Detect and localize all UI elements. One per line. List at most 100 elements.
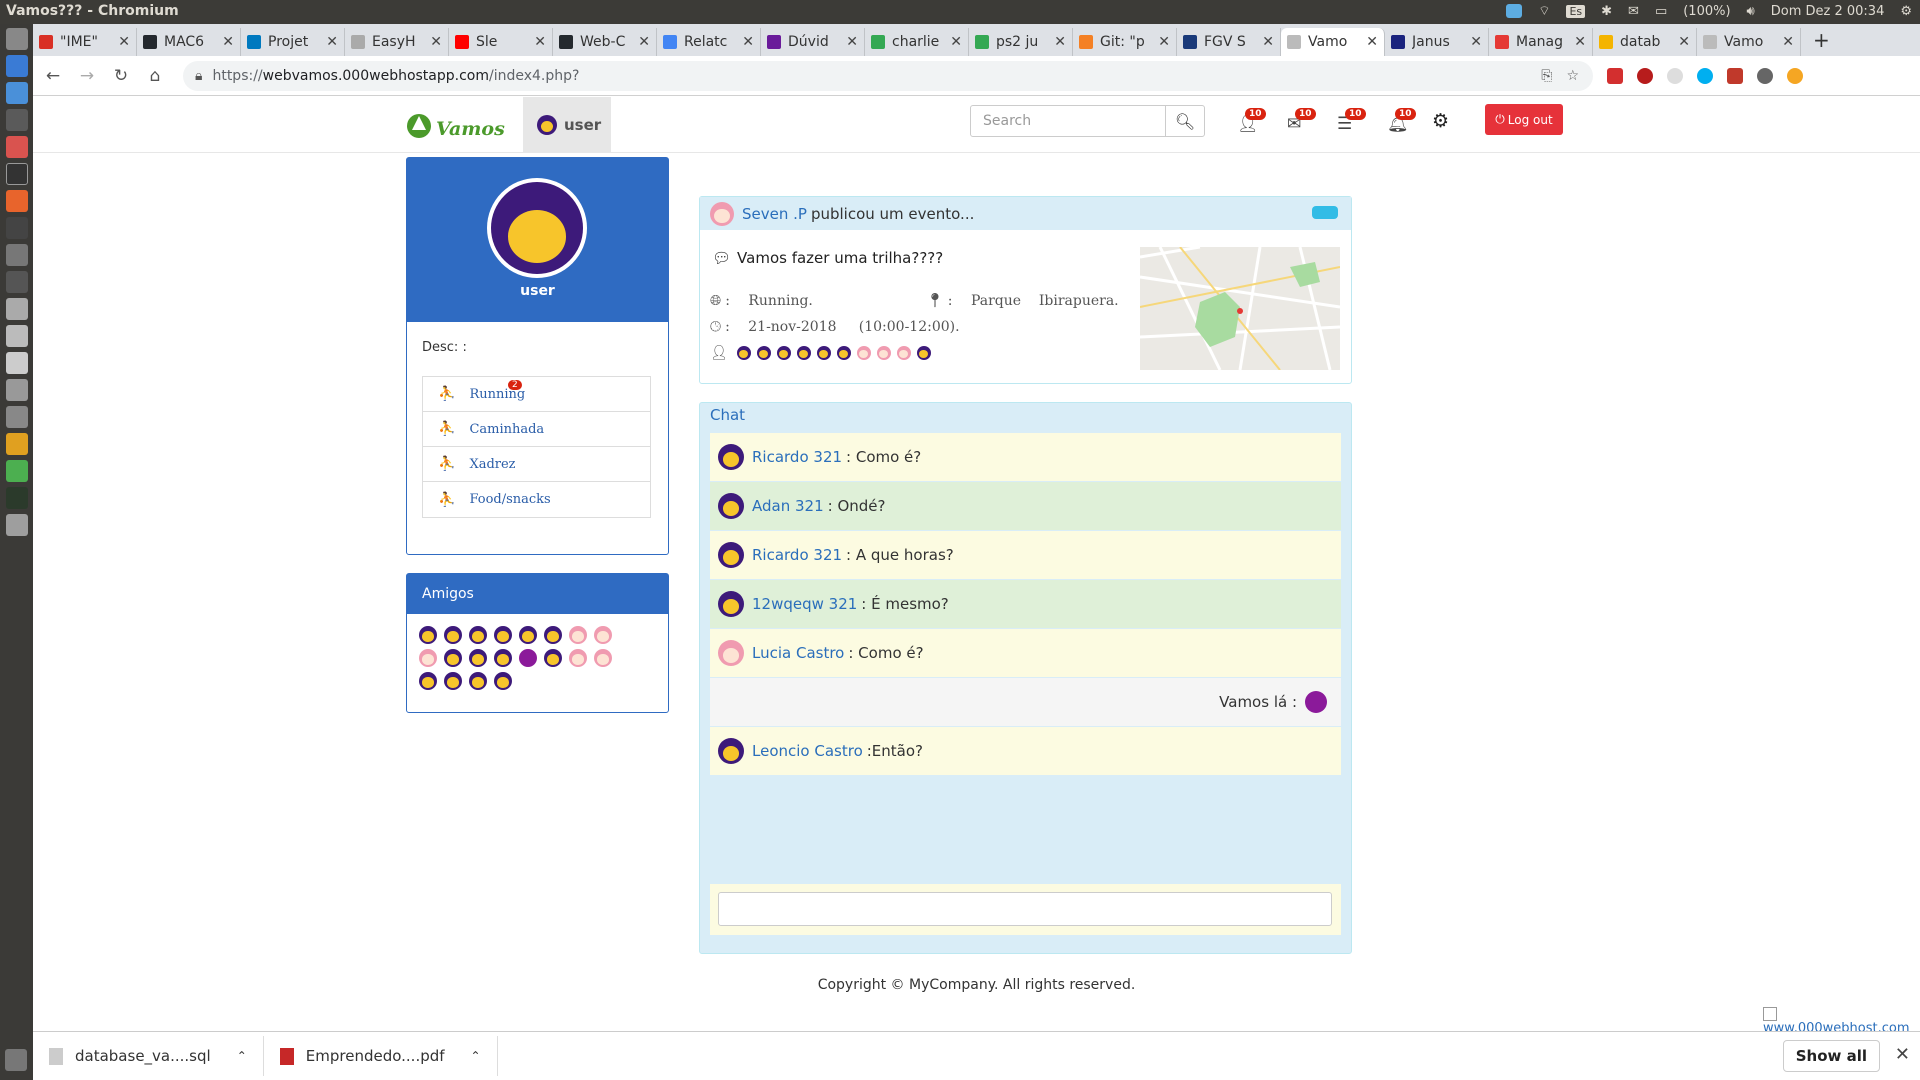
bookmark-star-icon[interactable]: ☆ <box>1566 68 1579 84</box>
user-menu[interactable]: user <box>523 97 611 152</box>
tab-close-icon[interactable]: ✕ <box>950 34 962 50</box>
chevron-up-icon[interactable]: ⌃ <box>237 1049 247 1063</box>
browser-tab[interactable]: datab ✕ <box>1593 28 1697 56</box>
address-bar[interactable]: 🔒︎ https:// webvamos.000webhostapp.com /… <box>183 60 1593 91</box>
search-button[interactable]: 🔍︎ <box>1165 105 1205 137</box>
avatar[interactable] <box>816 346 831 360</box>
extension-icon[interactable] <box>1667 67 1683 84</box>
launcher-app-icon[interactable] <box>5 406 28 428</box>
bluetooth-icon[interactable]: ✱ <box>1601 4 1612 19</box>
avatar[interactable] <box>494 649 512 667</box>
avatar[interactable] <box>594 626 612 644</box>
launcher-settings-icon[interactable] <box>5 244 28 266</box>
events-button[interactable]: ☰ 10 <box>1337 108 1366 134</box>
author-avatar[interactable] <box>710 201 734 226</box>
browser-tab[interactable]: FGV S ✕ <box>1177 28 1281 56</box>
tab-close-icon[interactable]: ✕ <box>1054 34 1066 50</box>
avatar[interactable] <box>569 649 587 667</box>
browser-tab[interactable]: Git: "p ✕ <box>1073 28 1177 56</box>
profile-icon[interactable] <box>1757 67 1773 84</box>
tab-close-icon[interactable]: ✕ <box>742 34 754 50</box>
close-icon[interactable]: ✕ <box>1895 1044 1910 1065</box>
browser-tab[interactable]: Manag ✕ <box>1489 28 1593 56</box>
update-icon[interactable] <box>1787 67 1803 84</box>
vamos-logo[interactable]: Vamos! <box>406 108 513 142</box>
clock[interactable]: Dom Dez 2 00:34 <box>1771 4 1885 19</box>
notifications-button[interactable]: 👤︎ 10 <box>1237 108 1266 134</box>
avatar[interactable] <box>419 626 437 644</box>
avatar[interactable] <box>896 346 911 360</box>
dropbox-icon[interactable] <box>1506 4 1523 18</box>
translate-icon[interactable]: ⎘ <box>1541 68 1552 84</box>
avatar[interactable] <box>1305 691 1327 713</box>
download-item[interactable]: Emprendedo....pdf ⌃ <box>264 1036 498 1076</box>
trash-icon[interactable] <box>5 1049 27 1071</box>
launcher-dash-icon[interactable] <box>5 28 28 50</box>
home-icon[interactable]: ⌂ <box>141 66 169 86</box>
new-tab-icon[interactable]: + <box>1813 28 1830 52</box>
avatar[interactable] <box>444 672 462 690</box>
chat-input[interactable] <box>718 892 1332 926</box>
search-input[interactable]: Search <box>970 105 1166 137</box>
launcher-app-icon[interactable] <box>5 271 28 293</box>
activity-item[interactable]: ⛹ Running 2 <box>423 377 650 412</box>
chat-user-link[interactable]: 12wqeqw 321 <box>752 595 857 613</box>
activity-item[interactable]: ⛹ Xadrez <box>423 447 650 482</box>
browser-tab[interactable]: "IME" ✕ <box>33 28 137 56</box>
tab-close-icon[interactable]: ✕ <box>1262 34 1274 50</box>
chat-user-link[interactable]: Ricardo 321 <box>752 546 842 564</box>
settings-gear-icon[interactable]: ⚙ <box>1900 4 1912 19</box>
event-author-link[interactable]: Seven .P <box>742 205 807 223</box>
launcher-tool-icon[interactable] <box>5 109 28 131</box>
avatar[interactable] <box>519 626 537 644</box>
tab-close-icon[interactable]: ✕ <box>1158 34 1170 50</box>
avatar[interactable] <box>916 346 931 360</box>
launcher-app-icon[interactable] <box>5 325 28 347</box>
event-status-pill[interactable] <box>1312 206 1338 219</box>
extension-icon[interactable] <box>1607 67 1623 84</box>
battery-icon[interactable]: ▭ <box>1655 4 1667 19</box>
avatar[interactable] <box>544 649 562 667</box>
tab-close-icon[interactable]: ✕ <box>222 34 234 50</box>
chevron-up-icon[interactable]: ⌃ <box>471 1049 481 1063</box>
launcher-files-icon[interactable] <box>5 136 28 158</box>
tab-close-icon[interactable]: ✕ <box>326 34 338 50</box>
avatar[interactable] <box>718 738 744 764</box>
avatar[interactable] <box>519 649 537 667</box>
browser-tab[interactable]: Vamo ✕ <box>1281 28 1385 56</box>
launcher-app-icon[interactable] <box>5 433 28 455</box>
event-map[interactable] <box>1140 247 1340 370</box>
activity-item[interactable]: ⛹ Food/snacks <box>423 482 650 517</box>
launcher-app-icon[interactable] <box>5 298 28 320</box>
keyboard-layout-indicator[interactable]: Es <box>1566 4 1586 18</box>
browser-tab[interactable]: Janus ✕ <box>1385 28 1489 56</box>
browser-tab[interactable]: Sle ✕ <box>449 28 553 56</box>
chat-user-link[interactable]: Adan 321 <box>752 497 824 515</box>
avatar[interactable] <box>836 346 851 360</box>
skype-icon[interactable] <box>1697 67 1713 84</box>
avatar[interactable] <box>718 542 744 568</box>
launcher-app-icon[interactable] <box>5 55 28 77</box>
avatar[interactable] <box>718 591 744 617</box>
avatar[interactable] <box>718 493 744 519</box>
download-item[interactable]: database_va....sql ⌃ <box>33 1036 264 1076</box>
avatar[interactable] <box>736 346 751 360</box>
browser-tab[interactable]: Dúvid ✕ <box>761 28 865 56</box>
avatar[interactable] <box>776 346 791 360</box>
avatar[interactable] <box>419 649 437 667</box>
launcher-amazon-icon[interactable] <box>5 217 28 239</box>
avatar[interactable] <box>494 672 512 690</box>
avatar[interactable] <box>876 346 891 360</box>
browser-tab[interactable]: Relatc ✕ <box>657 28 761 56</box>
lock-icon[interactable]: 🔒︎ <box>195 68 202 84</box>
browser-tab[interactable]: EasyH ✕ <box>345 28 449 56</box>
launcher-app-icon[interactable] <box>5 379 28 401</box>
messages-button[interactable]: ✉ 10 <box>1287 108 1316 134</box>
tab-close-icon[interactable]: ✕ <box>118 34 130 50</box>
launcher-terminal-icon[interactable] <box>5 163 28 185</box>
forward-arrow-icon[interactable]: → <box>73 66 101 86</box>
avatar[interactable] <box>419 672 437 690</box>
avatar[interactable] <box>444 626 462 644</box>
launcher-calc-icon[interactable] <box>5 460 28 482</box>
tab-close-icon[interactable]: ✕ <box>1782 34 1794 50</box>
